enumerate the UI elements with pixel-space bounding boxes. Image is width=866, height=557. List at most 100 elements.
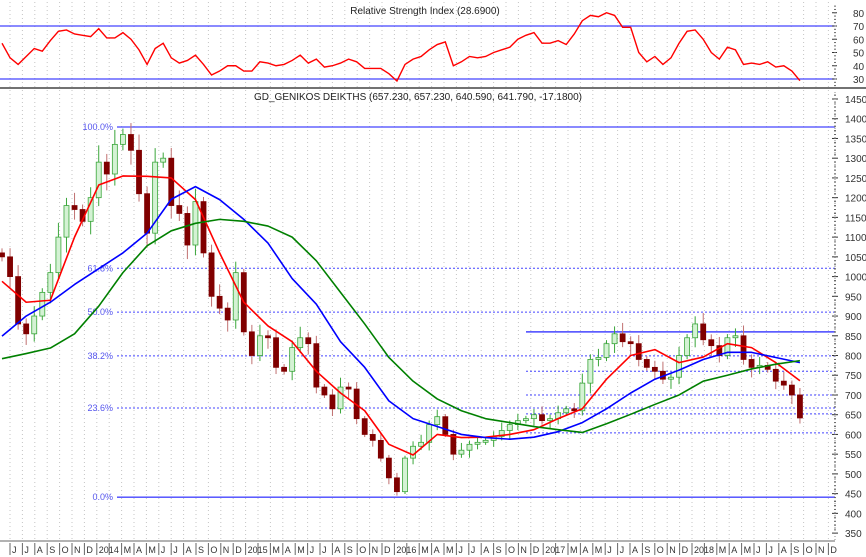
candle-down	[700, 323, 707, 341]
month-label: O	[210, 545, 217, 555]
candle-down	[361, 418, 368, 435]
month-label: N	[74, 545, 81, 555]
month-label: D	[830, 545, 837, 555]
month-label: O	[359, 545, 366, 555]
fib-label: 23.6%	[87, 403, 113, 413]
candle-down	[369, 434, 376, 441]
month-label: A	[632, 545, 638, 555]
price-tick-label: 400	[845, 509, 862, 520]
moving-average-line	[1, 218, 801, 434]
month-label: N	[818, 545, 825, 555]
candle-down	[788, 384, 795, 396]
candle-up	[410, 445, 416, 459]
candle-up	[63, 205, 70, 238]
rsi-panel: Relative Strength Index (28.6900) 30 40 50…	[0, 5, 865, 87]
candle-down	[635, 343, 642, 360]
candle-down	[313, 343, 320, 388]
candle-down	[176, 205, 183, 214]
rsi-tick-label: 50	[853, 49, 865, 60]
price-tick-label: 550	[845, 450, 862, 461]
candle-down	[377, 439, 384, 459]
candle-up	[289, 347, 296, 372]
month-label: J	[173, 545, 178, 555]
price-tick-label: 1150	[845, 213, 866, 224]
month-label: A	[136, 545, 142, 555]
price-tick-label: 350	[845, 529, 862, 540]
month-label: O	[508, 545, 515, 555]
month-label: A	[781, 545, 787, 555]
candle-down	[539, 414, 545, 422]
fib-label: 38.2%	[87, 351, 113, 361]
candle-up	[587, 359, 594, 384]
month-label: S	[347, 545, 353, 555]
candle-down	[281, 366, 288, 372]
candle-down	[7, 256, 13, 277]
price-tick-label: 1300	[845, 154, 866, 165]
month-label: S	[496, 545, 502, 555]
candle-down	[136, 149, 142, 195]
candle-down	[23, 323, 30, 335]
rsi-tick-label: 30	[853, 75, 865, 86]
month-label: S	[198, 545, 204, 555]
month-label: J	[607, 545, 612, 555]
candle-down	[651, 366, 658, 372]
month-label: M	[719, 545, 727, 555]
month-label: S	[644, 545, 650, 555]
candle-up	[434, 416, 441, 425]
month-label: N	[520, 545, 527, 555]
month-label: A	[285, 545, 291, 555]
price-tick-label: 1000	[845, 273, 866, 284]
candle-up	[506, 424, 513, 431]
month-label: J	[471, 545, 476, 555]
month-label: A	[731, 545, 737, 555]
month-label: M	[446, 545, 454, 555]
candle-down	[71, 205, 78, 210]
candle-down	[321, 386, 328, 396]
candle-down	[200, 201, 207, 254]
month-label: S	[49, 545, 55, 555]
stock-chart: Relative Strength Index (28.6900) 30 40 50…	[0, 2, 866, 555]
candle-down	[797, 394, 803, 419]
candle-down	[216, 295, 223, 309]
rsi-tick-label: 60	[853, 35, 865, 46]
candle-up	[337, 386, 344, 410]
month-label: N	[223, 545, 230, 555]
price-title: GD_GENIKOS DEIKTHS (657.230, 657.230, 64…	[254, 92, 582, 103]
month-label: J	[756, 545, 761, 555]
price-tick-label: 700	[845, 391, 862, 402]
month-label: J	[620, 545, 625, 555]
candle-up	[39, 291, 46, 317]
candle-down	[442, 416, 449, 435]
candle-down	[15, 276, 22, 325]
month-label: N	[669, 545, 676, 555]
month-label: M	[421, 545, 429, 555]
reference-lines: 100.0%61.8%50.0%38.2%23.6%0.0%	[82, 122, 835, 502]
moving-averages	[1, 175, 801, 456]
month-label: M	[744, 545, 752, 555]
month-label: D	[86, 545, 93, 555]
rsi-tick-label: 40	[853, 62, 865, 73]
price-tick-label: 1450	[845, 95, 866, 106]
month-label: A	[483, 545, 489, 555]
month-label: J	[322, 545, 327, 555]
candle-up	[458, 449, 465, 455]
month-label: A	[186, 545, 192, 555]
candle-down	[329, 394, 336, 410]
month-label: O	[62, 545, 69, 555]
rsi-tick-label: 80	[853, 9, 865, 20]
candle-up	[603, 343, 610, 358]
month-label: A	[334, 545, 340, 555]
price-tick-label: 500	[845, 470, 862, 481]
month-label: J	[161, 545, 166, 555]
candle-down	[571, 408, 578, 412]
time-axis: JJASOND2014MAMJJASOND2015MAMJJASOND2016M…	[0, 540, 837, 555]
candle-up	[297, 337, 304, 349]
month-label: A	[37, 545, 43, 555]
candle-down	[0, 252, 5, 258]
candle-down	[305, 337, 312, 345]
candle-up	[684, 337, 690, 356]
candle-up	[563, 408, 570, 414]
price-tick-label: 1050	[845, 253, 866, 264]
candle-up	[732, 335, 739, 339]
moving-average-line	[1, 185, 801, 440]
